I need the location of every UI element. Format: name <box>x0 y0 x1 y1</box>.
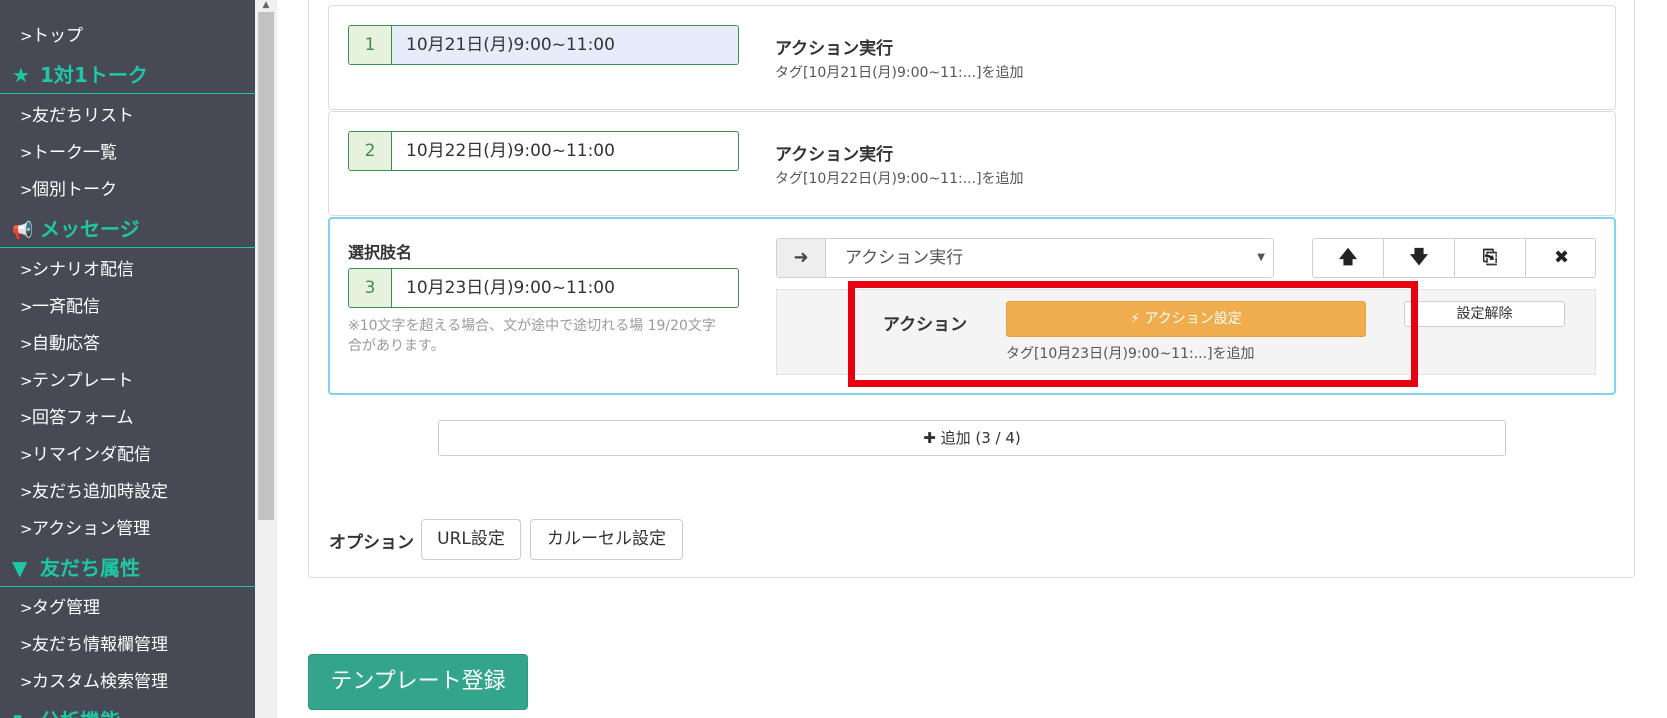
sidebar-item-label: トーク一覧 <box>32 143 117 163</box>
sidebar-item-friend-list[interactable]: >友だちリスト <box>0 98 255 134</box>
sidebar-item-reminder[interactable]: >リマインダ配信 <box>0 437 255 473</box>
chevron-right-icon: > <box>20 372 33 390</box>
action-type-select[interactable]: ➜ アクション実行 ▼ <box>776 238 1274 278</box>
chevron-right-icon: > <box>20 181 33 199</box>
delete-button[interactable]: ✖ <box>1526 239 1597 277</box>
move-down-button[interactable]: 🡇 <box>1384 239 1455 277</box>
sidebar-item-label: 友だち追加時設定 <box>32 482 168 502</box>
sidebar-section-label: 1対1トーク <box>40 63 148 87</box>
options-label: オプション <box>329 533 414 553</box>
sidebar-section-1on1-talk: ★ 1対1トーク <box>0 56 255 94</box>
choice-number: 2 <box>349 132 392 170</box>
copy-button[interactable]: ⎘ <box>1455 239 1526 277</box>
sidebar-item-tag-management[interactable]: >タグ管理 <box>0 590 255 626</box>
sidebar-item-action-management[interactable]: >アクション管理 <box>0 511 255 547</box>
sidebar-item-label: 個別トーク <box>32 180 117 200</box>
chevron-right-icon: > <box>20 483 33 501</box>
caret-down-icon: ▼ <box>1257 252 1265 263</box>
add-choice-button[interactable]: ✚ 追加 (3 / 4) <box>438 420 1506 456</box>
clear-settings-button[interactable]: 設定解除 <box>1404 301 1565 327</box>
sidebar-item-broadcast[interactable]: >一斉配信 <box>0 289 255 325</box>
sidebar-item-individual-talk[interactable]: >個別トーク <box>0 172 255 208</box>
highlight-frame <box>848 281 1418 387</box>
chevron-right-icon: > <box>20 636 33 654</box>
sidebar-section-label: メッセージ <box>40 217 140 241</box>
star-icon: ★ <box>12 63 30 87</box>
sidebar-item-talk-list[interactable]: >トーク一覧 <box>0 135 255 171</box>
sidebar-item-scenario[interactable]: >シナリオ配信 <box>0 252 255 288</box>
choice-value[interactable]: 10月21日(月)9:00~11:00 <box>392 26 738 64</box>
choice-number: 1 <box>349 26 392 64</box>
sidebar-item-friend-info-fields[interactable]: >友だち情報欄管理 <box>0 627 255 663</box>
choice-action-title: アクション実行 <box>775 145 894 165</box>
sidebar-item-template[interactable]: >テンプレート <box>0 363 255 399</box>
choice-value[interactable]: 10月22日(月)9:00~11:00 <box>392 132 738 170</box>
sidebar-item-label: カスタム検索管理 <box>32 672 168 692</box>
sidebar-section-label: 分析機能 <box>40 709 120 718</box>
sidebar-item-label: 一斉配信 <box>32 297 100 317</box>
choice-name-label: 選択肢名 <box>348 243 413 262</box>
clipboard-icon: ⎘ <box>1482 247 1498 268</box>
chart-icon: ▮ <box>12 702 40 718</box>
carousel-settings-button[interactable]: カルーセル設定 <box>530 519 683 560</box>
close-icon: ✖ <box>1553 247 1570 268</box>
action-type-value: アクション実行 <box>845 248 964 268</box>
filter-icon: ▼ <box>12 556 28 580</box>
hint-text: ※10文字を超える場合、文が途中で途切れる場 <box>348 318 644 334</box>
chevron-right-icon: > <box>20 261 33 279</box>
sidebar-item-label: シナリオ配信 <box>32 260 134 280</box>
choice-input-2[interactable]: 2 10月22日(月)9:00~11:00 <box>348 131 739 171</box>
scroll-up-icon[interactable]: ▲ <box>260 0 272 10</box>
choice-input-1[interactable]: 1 10月21日(月)9:00~11:00 <box>348 25 739 65</box>
choice-number: 3 <box>349 269 392 307</box>
sidebar-scrollbar[interactable]: ▲ <box>255 0 277 718</box>
sidebar-section-friend-attributes: ▼ 友だち属性 <box>0 549 255 587</box>
sidebar-item-auto-reply[interactable]: >自動応答 <box>0 326 255 362</box>
register-template-button[interactable]: テンプレート登録 <box>308 654 528 710</box>
sidebar-section-analytics: ▮分析機能 <box>0 702 255 718</box>
chevron-right-icon: > <box>20 107 33 125</box>
sidebar-item-label: タグ管理 <box>32 598 100 618</box>
choice-action-desc: タグ[10月22日(月)9:00~11:...]を追加 <box>775 171 1024 187</box>
choice-controls: 🡅 🡇 ⎘ ✖ <box>1312 238 1596 278</box>
choice-hint: ※10文字を超える場合、文が途中で途切れる場 19/20文字合があります。 <box>348 316 716 356</box>
megaphone-icon: 📢 <box>12 221 34 241</box>
chevron-right-icon: > <box>20 409 33 427</box>
sidebar: >トップ ★ 1対1トーク >友だちリスト >トーク一覧 >個別トーク 📢 メッセー… <box>0 0 255 718</box>
sidebar-item-custom-search[interactable]: >カスタム検索管理 <box>0 664 255 700</box>
sidebar-item-label: アクション管理 <box>32 519 151 539</box>
choice-value[interactable]: 10月23日(月)9:00~11:00 <box>392 269 738 307</box>
chevron-right-icon: > <box>20 673 33 691</box>
sidebar-item-label: リマインダ配信 <box>32 445 151 465</box>
arrow-up-icon: 🡅 <box>1338 247 1358 268</box>
choice-input-3[interactable]: 3 10月23日(月)9:00~11:00 <box>348 268 739 308</box>
sidebar-item-label: 友だちリスト <box>32 106 134 126</box>
scrollbar-thumb[interactable] <box>258 12 274 520</box>
chevron-right-icon: > <box>20 144 33 162</box>
url-settings-button[interactable]: URL設定 <box>421 519 521 560</box>
chevron-right-icon: > <box>20 27 33 45</box>
arrow-right-icon: ➜ <box>777 239 826 277</box>
sidebar-item-top[interactable]: >トップ <box>0 18 255 54</box>
sidebar-section-message: 📢 メッセージ <box>0 210 255 248</box>
move-up-button[interactable]: 🡅 <box>1313 239 1384 277</box>
hint-text-2: 合があります。 <box>348 338 445 354</box>
sidebar-item-label: テンプレート <box>32 371 134 391</box>
chevron-right-icon: > <box>20 520 33 538</box>
arrow-down-icon: 🡇 <box>1409 247 1429 268</box>
sidebar-item-answer-form[interactable]: >回答フォーム <box>0 400 255 436</box>
chevron-right-icon: > <box>20 298 33 316</box>
chevron-right-icon: > <box>20 446 33 464</box>
sidebar-section-label: 友だち属性 <box>40 556 140 580</box>
chevron-right-icon: > <box>20 335 33 353</box>
sidebar-item-label: トップ <box>32 26 83 46</box>
sidebar-item-label: 自動応答 <box>32 334 100 354</box>
chevron-right-icon: > <box>20 599 33 617</box>
sidebar-item-label: 回答フォーム <box>32 408 134 428</box>
choice-action-desc: タグ[10月21日(月)9:00~11:...]を追加 <box>775 65 1024 81</box>
sidebar-item-friend-add-settings[interactable]: >友だち追加時設定 <box>0 474 255 510</box>
sidebar-item-label: 友だち情報欄管理 <box>32 635 168 655</box>
char-counter: 19/20文字 <box>647 318 716 334</box>
choice-action-title: アクション実行 <box>775 39 894 59</box>
